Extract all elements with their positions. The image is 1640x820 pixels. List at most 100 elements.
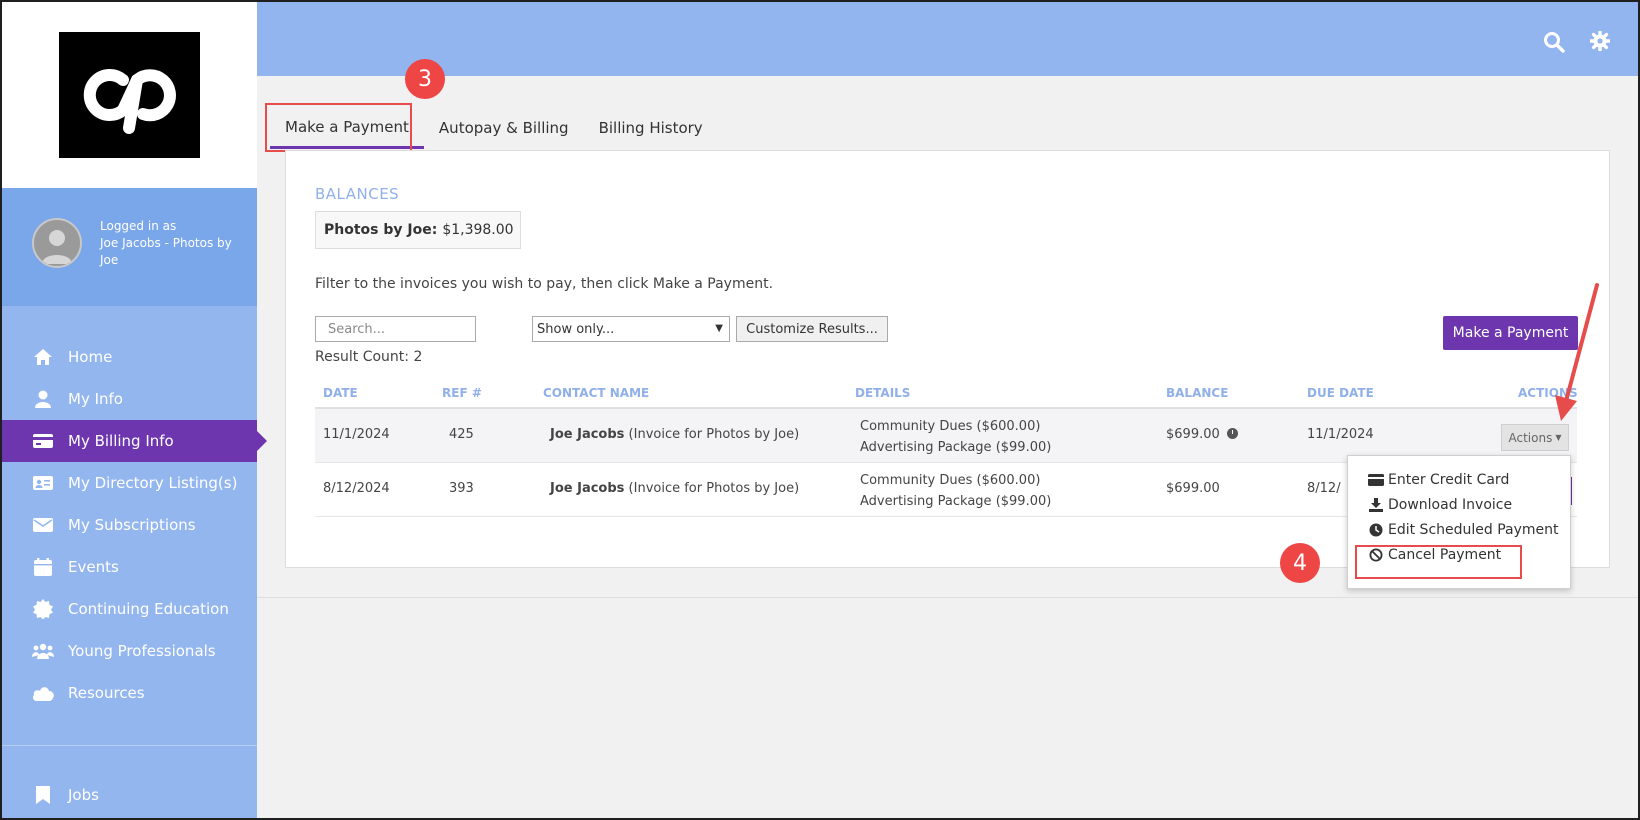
column-header-due-date[interactable]: DUE DATE xyxy=(1307,386,1374,400)
home-icon xyxy=(32,347,54,367)
customize-results-button[interactable]: Customize Results... xyxy=(736,316,888,342)
sidebar-item-label: Home xyxy=(68,348,113,366)
chevron-down-icon: ▼ xyxy=(715,323,723,334)
show-only-select[interactable]: Show only... ▼ xyxy=(532,316,730,342)
contact-name[interactable]: Joe Jacobs xyxy=(550,427,624,442)
cell-ref: 393 xyxy=(449,481,474,496)
credit-card-icon xyxy=(1368,473,1384,487)
sidebar-item-label: Continuing Education xyxy=(68,600,229,618)
contact-name[interactable]: Joe Jacobs xyxy=(550,481,624,496)
user-panel: Logged in as Joe Jacobs - Photos by Joe xyxy=(2,188,257,306)
balance-amount: $1,398.00 xyxy=(442,222,514,238)
caret-down-icon: ▼ xyxy=(1555,433,1562,442)
cell-date: 11/1/2024 xyxy=(323,427,390,442)
sidebar-bottom-nav: Jobs xyxy=(2,774,257,816)
tab-billing-history[interactable]: Billing History xyxy=(584,107,718,149)
column-header-ref[interactable]: REF # xyxy=(442,386,482,400)
envelope-icon xyxy=(32,515,54,535)
detail-line: Advertising Package ($99.00) xyxy=(860,494,1052,509)
clock-icon xyxy=(1368,523,1384,537)
certificate-icon xyxy=(32,599,54,619)
clock-icon[interactable] xyxy=(1226,428,1238,439)
cell-due-date: 11/1/2024 xyxy=(1307,427,1374,442)
step-badge-3: 3 xyxy=(405,59,445,99)
detail-line: Community Dues ($600.00) xyxy=(860,419,1041,434)
balance-summary: Photos by Joe: $1,398.00 xyxy=(315,211,521,249)
annotation-highlight-cancel xyxy=(1355,545,1522,579)
cell-details: Community Dues ($600.00) Advertising Pac… xyxy=(860,416,1051,458)
menu-item-enter-credit-card[interactable]: Enter Credit Card xyxy=(1368,472,1509,488)
sidebar-item-my-directory-listings[interactable]: My Directory Listing(s) xyxy=(2,462,257,504)
sidebar-nav: Home My Info My Billing Info My Director… xyxy=(2,336,267,714)
search-icon[interactable] xyxy=(1543,31,1565,53)
sidebar-item-label: My Billing Info xyxy=(68,432,174,450)
detail-line: Community Dues ($600.00) xyxy=(860,473,1041,488)
annotation-arrow xyxy=(1555,283,1599,421)
menu-item-label: Download Invoice xyxy=(1388,497,1513,513)
cell-due-date: 8/12/ xyxy=(1307,481,1341,496)
sidebar-item-label: My Directory Listing(s) xyxy=(68,474,238,492)
cell-date: 8/12/2024 xyxy=(323,481,390,496)
sidebar-item-my-billing-info[interactable]: My Billing Info xyxy=(2,420,267,462)
sidebar-item-my-subscriptions[interactable]: My Subscriptions xyxy=(2,504,257,546)
logged-in-label: Logged in as xyxy=(100,219,177,233)
balance-value: $699.00 xyxy=(1166,427,1220,442)
actions-label: Actions xyxy=(1508,430,1553,445)
sidebar-item-label: Jobs xyxy=(68,786,99,804)
table-header: DATE REF # CONTACT NAME DETAILS BALANCE … xyxy=(315,381,1578,409)
user-info: Logged in as Joe Jacobs - Photos by Joe xyxy=(100,218,250,269)
show-only-value: Show only... xyxy=(537,321,615,337)
cell-details: Community Dues ($600.00) Advertising Pac… xyxy=(860,470,1051,512)
logo[interactable] xyxy=(59,32,200,158)
cell-balance: $699.00 xyxy=(1166,427,1238,442)
contact-note: (Invoice for Photos by Joe) xyxy=(628,481,800,496)
logo-area xyxy=(2,2,257,188)
menu-item-edit-scheduled-payment[interactable]: Edit Scheduled Payment xyxy=(1368,522,1559,538)
avatar[interactable] xyxy=(32,218,82,268)
sidebar: Logged in as Joe Jacobs - Photos by Joe … xyxy=(2,2,267,818)
cell-contact: Joe Jacobs (Invoice for Photos by Joe) xyxy=(550,427,799,442)
download-icon xyxy=(1368,498,1384,512)
users-icon xyxy=(32,641,54,661)
content-divider xyxy=(257,597,1638,598)
sidebar-item-label: My Subscriptions xyxy=(68,516,196,534)
bookmark-icon xyxy=(32,785,54,805)
column-header-date[interactable]: DATE xyxy=(323,386,358,400)
cell-balance: $699.00 xyxy=(1166,481,1220,496)
user-icon xyxy=(32,389,54,409)
sidebar-item-young-professionals[interactable]: Young Professionals xyxy=(2,630,257,672)
calendar-icon xyxy=(32,557,54,577)
detail-line: Advertising Package ($99.00) xyxy=(860,440,1052,455)
menu-item-download-invoice[interactable]: Download Invoice xyxy=(1368,497,1512,513)
filter-instructions: Filter to the invoices you wish to pay, … xyxy=(315,276,774,292)
balances-title: BALANCES xyxy=(315,185,400,203)
user-name: Joe Jacobs - Photos by Joe xyxy=(100,236,232,267)
column-header-details[interactable]: DETAILS xyxy=(855,386,910,400)
column-header-contact-name[interactable]: CONTACT NAME xyxy=(543,386,649,400)
sidebar-item-continuing-education[interactable]: Continuing Education xyxy=(2,588,257,630)
actions-dropdown-button[interactable]: Actions ▼ xyxy=(1501,424,1569,451)
tab-autopay-billing[interactable]: Autopay & Billing xyxy=(424,107,584,149)
balance-name: Photos by Joe: xyxy=(324,222,438,238)
gear-icon[interactable] xyxy=(1589,30,1612,53)
sidebar-item-jobs[interactable]: Jobs xyxy=(2,774,257,816)
sidebar-item-home[interactable]: Home xyxy=(2,336,257,378)
sidebar-item-resources[interactable]: Resources xyxy=(2,672,257,714)
search-input[interactable] xyxy=(315,316,476,342)
cloud-icon xyxy=(32,683,54,703)
sidebar-divider xyxy=(2,745,257,746)
cell-ref: 425 xyxy=(449,427,474,442)
credit-card-icon xyxy=(32,431,54,451)
id-card-icon xyxy=(32,473,54,493)
sidebar-item-events[interactable]: Events xyxy=(2,546,257,588)
sidebar-item-label: Young Professionals xyxy=(68,642,216,660)
menu-item-label: Enter Credit Card xyxy=(1388,472,1510,488)
step-badge-4: 4 xyxy=(1280,543,1320,583)
menu-item-label: Edit Scheduled Payment xyxy=(1388,522,1559,538)
cell-contact: Joe Jacobs (Invoice for Photos by Joe) xyxy=(550,481,799,496)
column-header-balance[interactable]: BALANCE xyxy=(1166,386,1228,400)
sidebar-item-label: My Info xyxy=(68,390,123,408)
sidebar-item-label: Events xyxy=(68,558,119,576)
sidebar-item-my-info[interactable]: My Info xyxy=(2,378,257,420)
app-window: Logged in as Joe Jacobs - Photos by Joe … xyxy=(2,2,1638,818)
